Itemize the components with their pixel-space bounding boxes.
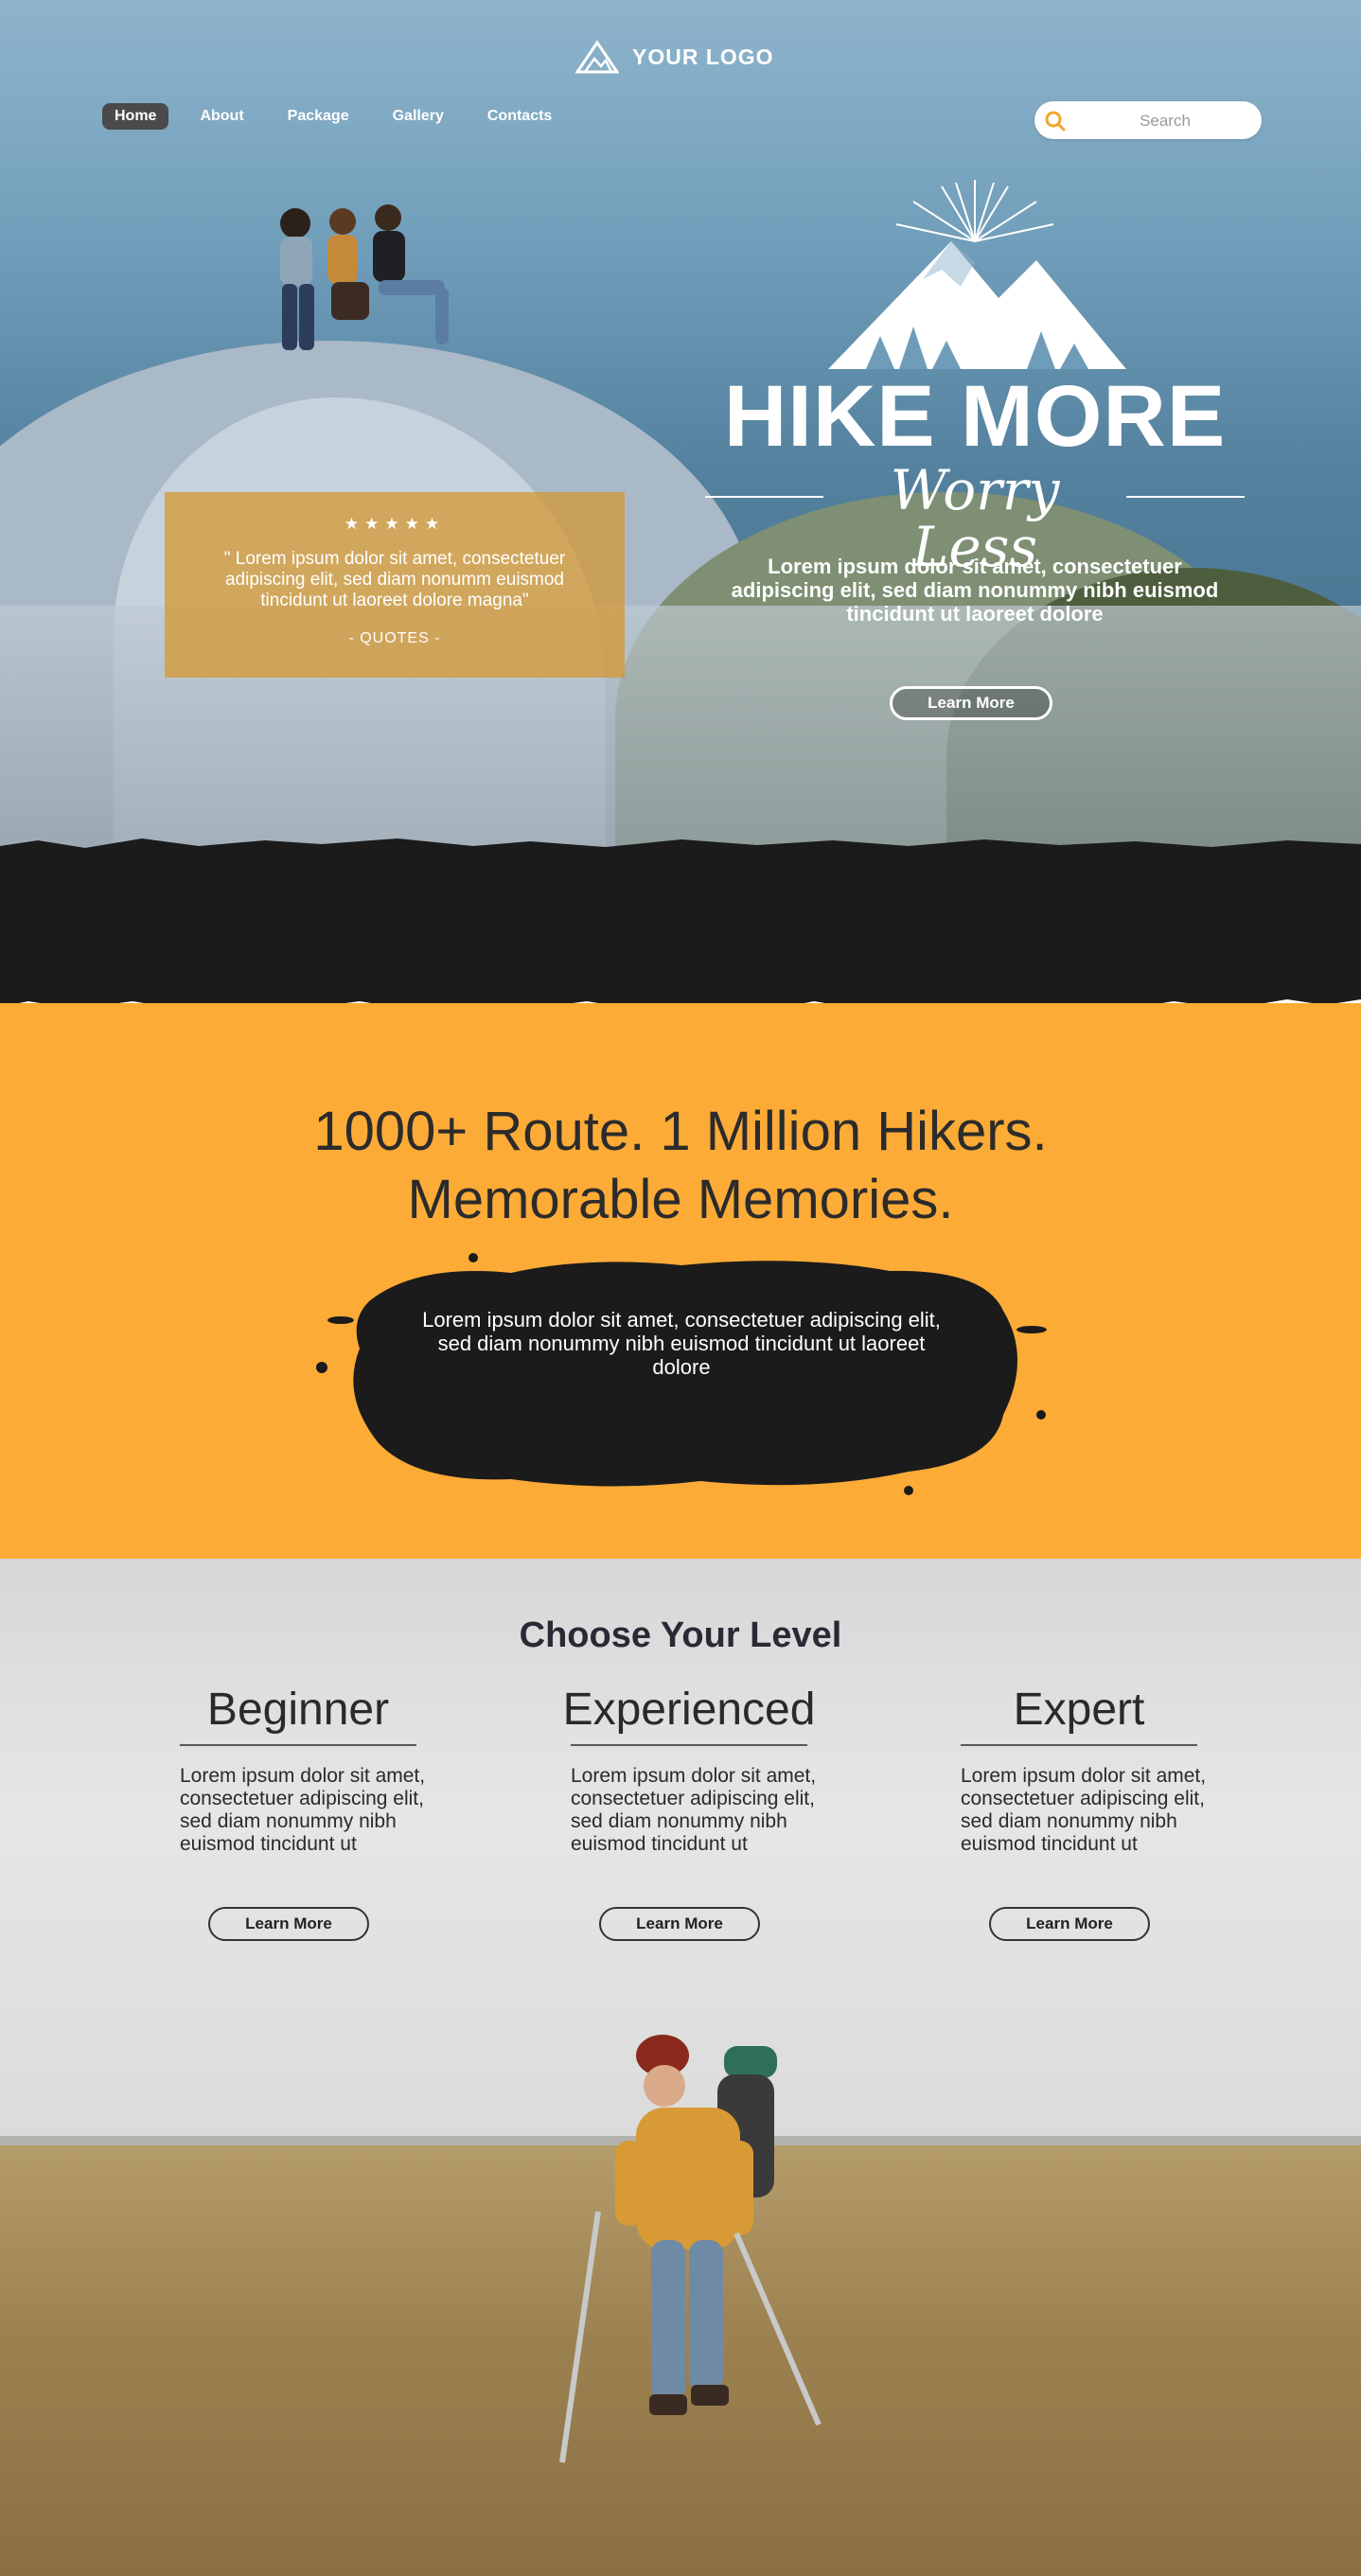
divider xyxy=(705,496,823,498)
levels-title: Choose Your Level xyxy=(519,1615,842,1655)
logo-text: YOUR LOGO xyxy=(632,44,774,69)
hero-description: Lorem ipsum dolor sit amet, consectetuer… xyxy=(731,555,1219,626)
nav-item-gallery[interactable]: Gallery xyxy=(380,103,456,130)
testimonial-box: ★★★★★ " Lorem ipsum dolor sit amet, cons… xyxy=(165,492,625,678)
stats-section: 1000+ Route. 1 Million Hikers. Memorable… xyxy=(0,1003,1361,1559)
nav-item-package[interactable]: Package xyxy=(275,103,362,130)
torn-paper-divider xyxy=(0,838,1361,1022)
logo-mountain-icon xyxy=(575,40,619,74)
hiker-image xyxy=(559,2035,822,2463)
stats-heading-line1: 1000+ Route. 1 Million Hikers. xyxy=(313,1101,1048,1162)
level-name: Expert xyxy=(1013,1685,1145,1735)
hero-section: YOUR LOGO Home About Package Gallery Con… xyxy=(0,0,1361,852)
divider xyxy=(1126,496,1245,498)
level-name: Beginner xyxy=(206,1685,390,1735)
stats-heading-line2: Memorable Memories. xyxy=(407,1169,954,1230)
divider xyxy=(571,1744,807,1746)
expert-learn-more-button[interactable]: Learn More xyxy=(989,1907,1150,1941)
nav-item-contacts[interactable]: Contacts xyxy=(475,103,564,130)
search-input[interactable] xyxy=(1074,106,1256,136)
level-name: Experienced xyxy=(562,1685,816,1735)
nav-item-about[interactable]: About xyxy=(187,103,256,130)
level-description: Lorem ipsum dolor sit amet, consectetuer… xyxy=(571,1765,817,1855)
hero-learn-more-button[interactable]: Learn More xyxy=(890,686,1052,720)
divider xyxy=(180,1744,416,1746)
level-card-experienced: Experienced Lorem ipsum dolor sit amet, … xyxy=(547,1682,831,1856)
level-description: Lorem ipsum dolor sit amet, consectetuer… xyxy=(961,1765,1207,1855)
hero-title: HIKE MORE xyxy=(723,368,1227,465)
beginner-learn-more-button[interactable]: Learn More xyxy=(208,1907,369,1941)
level-description: Lorem ipsum dolor sit amet, consectetuer… xyxy=(180,1765,426,1855)
quote-author: - QUOTES - xyxy=(348,630,441,646)
search-icon[interactable] xyxy=(1044,110,1067,132)
level-card-beginner: Beginner Lorem ipsum dolor sit amet, con… xyxy=(156,1682,440,1856)
experienced-learn-more-button[interactable]: Learn More xyxy=(599,1907,760,1941)
hikers-image xyxy=(280,204,449,350)
search-bar[interactable] xyxy=(1034,101,1262,139)
level-card-expert: Expert Lorem ipsum dolor sit amet, conse… xyxy=(937,1682,1221,1856)
nav-item-home[interactable]: Home xyxy=(102,103,169,130)
rating-stars: ★★★★★ xyxy=(344,515,446,534)
hero-subtitle-row: Worry Less xyxy=(705,462,1245,575)
stats-heading: 1000+ Route. 1 Million Hikers. Memorable… xyxy=(0,1098,1361,1234)
stats-description: Lorem ipsum dolor sit amet, consectetuer… xyxy=(422,1308,941,1379)
quote-text: " Lorem ipsum dolor sit amet, consectetu… xyxy=(223,549,566,610)
levels-section: Choose Your Level Beginner Lorem ipsum d… xyxy=(0,1559,1361,2576)
logo[interactable]: YOUR LOGO xyxy=(575,38,793,76)
mountain-emblem-icon xyxy=(828,180,1126,369)
divider xyxy=(961,1744,1197,1746)
main-nav: Home About Package Gallery Contacts xyxy=(102,102,583,131)
